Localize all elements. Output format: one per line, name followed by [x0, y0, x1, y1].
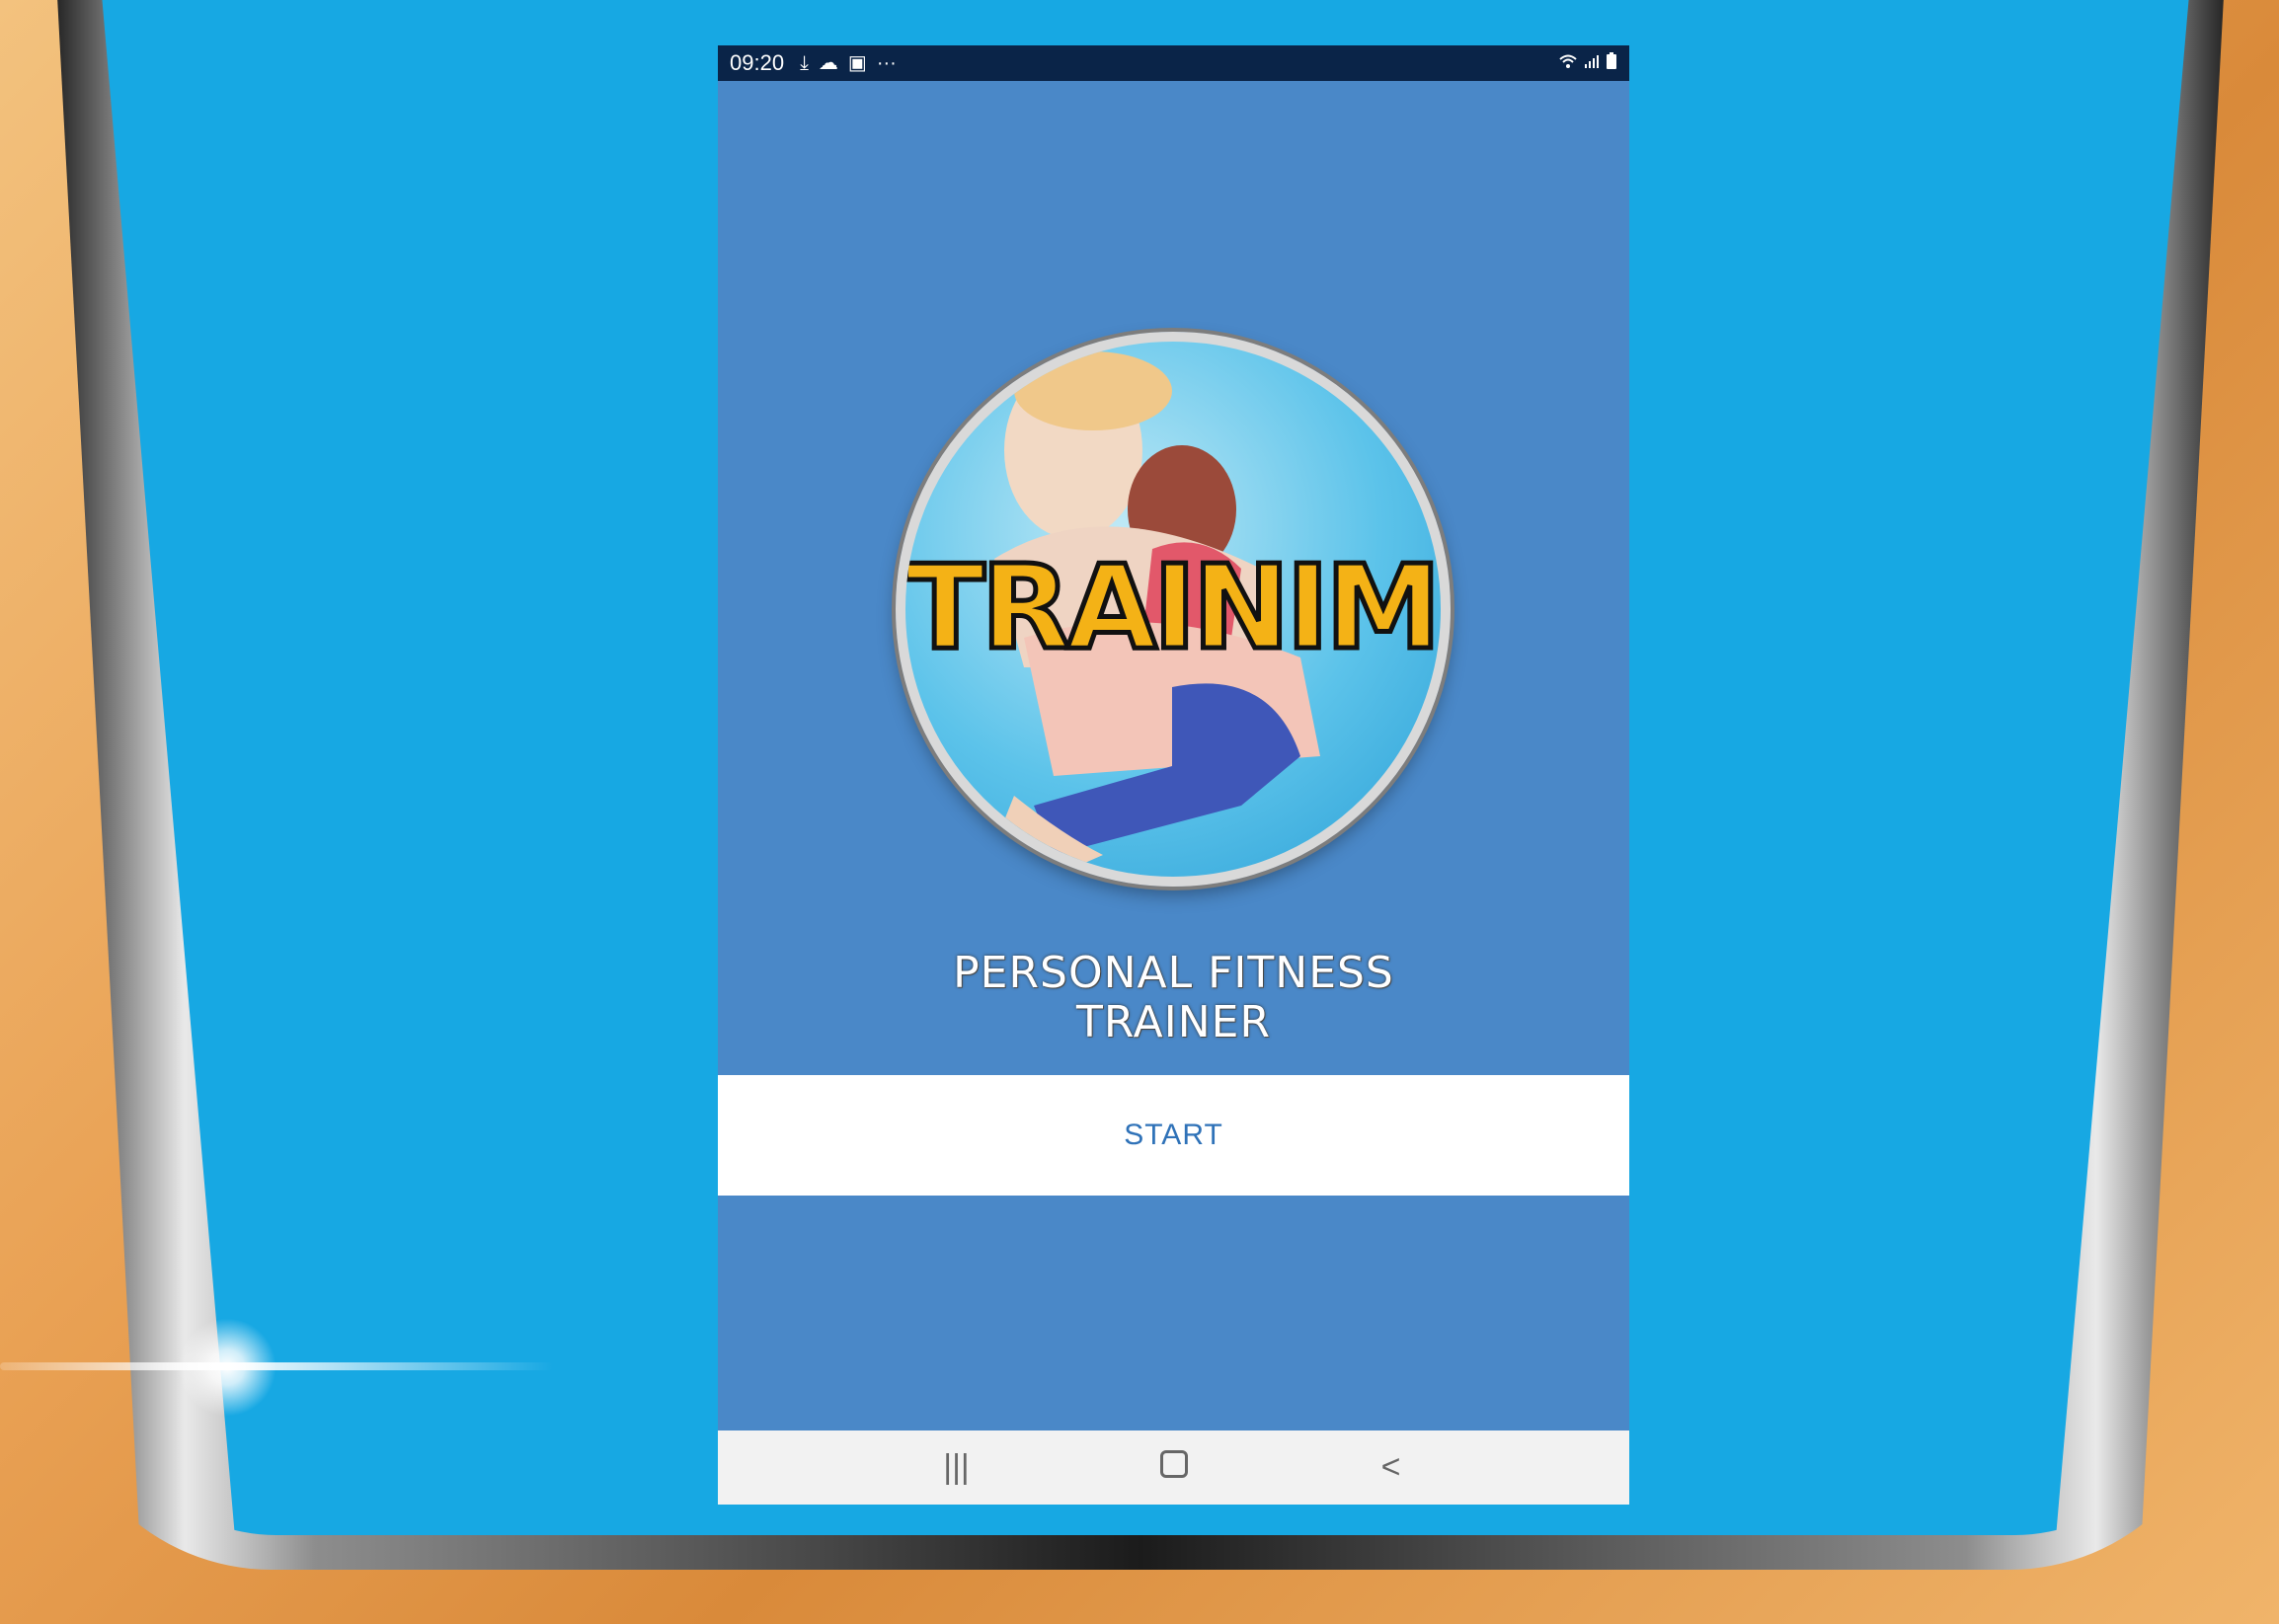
more-icon: ··· — [876, 52, 897, 74]
app-title-line-1: PERSONAL FITNESS — [953, 948, 1394, 998]
recent-apps-button[interactable]: ||| — [927, 1448, 986, 1487]
navigation-bar: ||| < — [718, 1431, 1629, 1505]
status-icons-left: ⤓ ☁ ▣ ··· — [800, 53, 897, 73]
app-logo: TRAINIME — [896, 332, 1451, 887]
back-button[interactable]: < — [1362, 1448, 1421, 1487]
weather-icon: ☁ — [818, 52, 838, 74]
signal-icon — [1584, 53, 1600, 73]
home-button[interactable] — [1144, 1448, 1204, 1487]
status-time: 09:20 — [730, 50, 785, 75]
home-icon — [1159, 1450, 1188, 1478]
wifi-icon — [1558, 53, 1578, 73]
logo-text: TRAINIME — [905, 537, 1441, 678]
status-bar: 09:20 ⤓ ☁ ▣ ··· — [718, 45, 1629, 81]
download-icon: ⤓ — [800, 52, 809, 74]
start-button[interactable]: START — [718, 1075, 1629, 1196]
app-title: PERSONAL FITNESS TRAINER — [718, 949, 1629, 1047]
battery-icon — [1606, 52, 1617, 74]
phone-screen: 09:20 ⤓ ☁ ▣ ··· TRAINIM PERSONAL FITNESS… — [718, 45, 1629, 1505]
gallery-icon: ▣ — [847, 52, 867, 74]
status-icons-right — [1558, 52, 1617, 74]
app-title-line-2: TRAINER — [1075, 997, 1272, 1047]
